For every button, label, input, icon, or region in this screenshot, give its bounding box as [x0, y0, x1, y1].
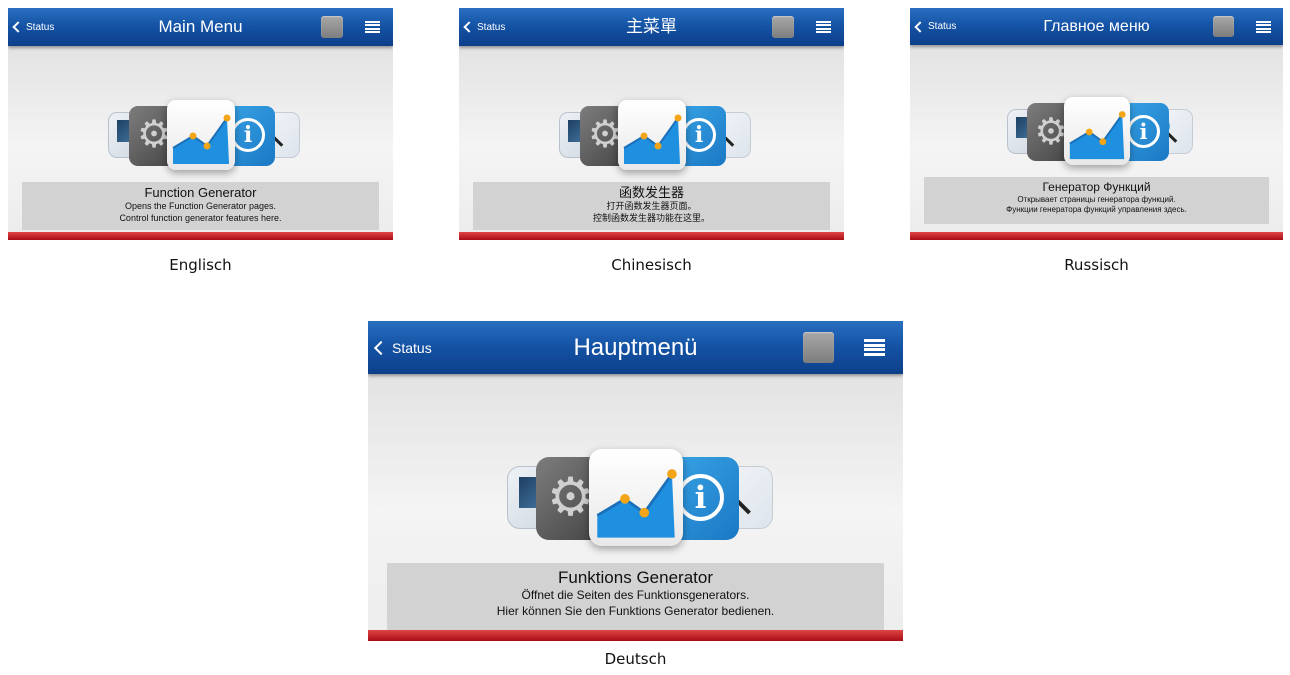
description-box: Funktions Generator Öffnet die Seiten des… [387, 563, 884, 630]
bottom-status-bar [368, 630, 903, 641]
language-caption: Englisch [169, 256, 232, 274]
device-screen: Status 主菜單 ⚙ i 函数发生器 打开函数发生器页面。 控制函数发生器功能在这里。 [459, 8, 844, 240]
device-screen: Status Main Menu ⚙ i Function Generator Opens… [8, 8, 393, 240]
bottom-status-bar [8, 232, 393, 240]
function-chart-graphic [596, 469, 677, 538]
info-glyph: i [677, 474, 724, 521]
function-point [223, 114, 231, 122]
item-title: 函数发生器 [618, 185, 684, 200]
item-description-line2: Функции генератора функций управления зд… [1006, 205, 1187, 215]
screenshot-panel-ru: Status Главное меню ⚙ i Генератор Функций Отк… [910, 8, 1283, 240]
info-glyph: i [1127, 115, 1160, 148]
function-generator-icon[interactable] [167, 100, 235, 170]
item-title: Funktions Generator [558, 568, 713, 587]
function-point [620, 494, 630, 504]
function-generator-icon[interactable] [1064, 97, 1130, 165]
screenshot-panel-de: Status Hauptmenü ⚙ i Funktions Generator Öffn… [368, 321, 903, 641]
function-point [189, 132, 197, 140]
item-description-line1: Opens the Function Generator pages. [124, 201, 277, 212]
bottom-status-bar [459, 232, 844, 240]
device-screen: Status Hauptmenü ⚙ i Funktions Generator Öffn… [368, 321, 903, 641]
screenshot-panel-zh: Status 主菜單 ⚙ i 函数发生器 打开函数发生器页面。 控制函数发生器功能在这里。 [459, 8, 844, 240]
item-description-line2: Control function generator features here… [119, 212, 282, 223]
function-generator-icon[interactable] [618, 100, 686, 170]
item-description-line1: 打开函数发生器页面。 [606, 201, 697, 212]
function-chart-graphic [172, 114, 231, 164]
info-glyph: i [231, 118, 265, 152]
description-box: Function Generator Opens the Function Gen… [22, 182, 379, 230]
item-description-line1: Открывает страницы генератора функций. [1017, 195, 1176, 204]
device-screen: Status Главное меню ⚙ i Генератор Функций Отк… [910, 8, 1283, 240]
item-title: Генератор Функций [1042, 180, 1151, 194]
language-caption: Russisch [1064, 256, 1129, 274]
item-description-line1: Öffnet die Seiten des Funktionsgenerator… [521, 588, 750, 603]
function-point [674, 114, 682, 122]
function-chart-graphic [623, 114, 682, 164]
info-glyph: i [682, 118, 716, 152]
function-point [639, 507, 650, 518]
item-description-line2: 控制函数发生器功能在这里。 [592, 212, 710, 223]
function-point [1085, 128, 1093, 136]
function-point [640, 132, 648, 140]
function-point [667, 469, 677, 479]
screenshot-panel-en: Status Main Menu ⚙ i Function Generator Opens… [8, 8, 393, 240]
item-description-line2: Hier können Sie den Funktions Generator … [496, 603, 775, 618]
description-box: 函数发生器 打开函数发生器页面。 控制函数发生器功能在这里。 [473, 182, 830, 230]
function-generator-icon[interactable] [589, 449, 683, 546]
function-point [1118, 111, 1126, 118]
language-caption: Chinesisch [611, 256, 692, 274]
language-caption: Deutsch [604, 650, 667, 668]
function-chart-graphic [1069, 111, 1126, 160]
bottom-status-bar [910, 232, 1283, 240]
function-point [203, 142, 211, 150]
function-point [1099, 138, 1107, 146]
description-box: Генератор Функций Открывает страницы гене… [924, 177, 1269, 224]
item-title: Function Generator [144, 185, 257, 200]
function-point [654, 142, 662, 150]
